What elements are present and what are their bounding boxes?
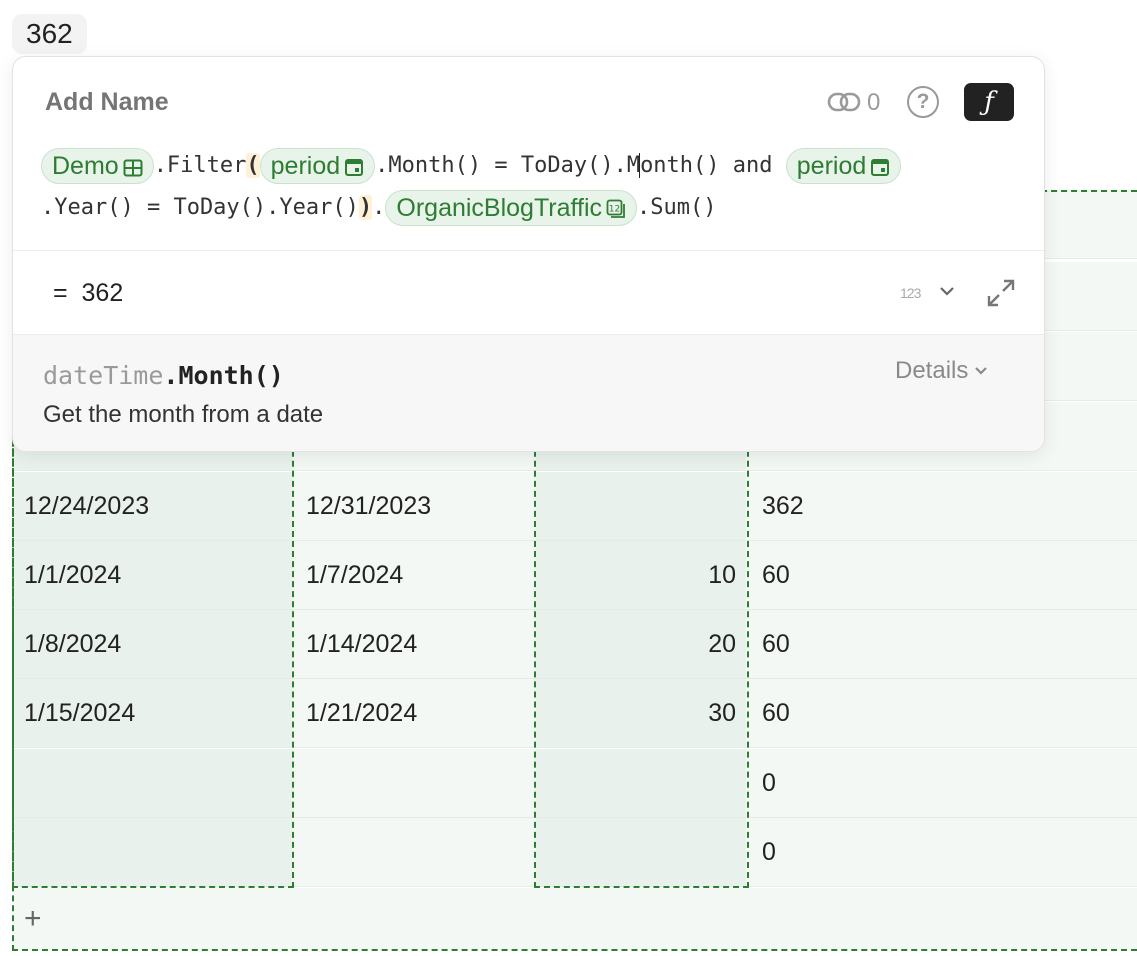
cell-total[interactable]: 0 xyxy=(748,749,1137,817)
period-ref-chip[interactable]: period xyxy=(259,148,376,184)
cell-start[interactable]: 12/24/2023 xyxy=(14,472,292,540)
help-icon[interactable]: ? xyxy=(907,86,939,118)
cell-start[interactable]: 1/15/2024 xyxy=(14,679,292,747)
column-ref-label: OrganicBlogTraffic xyxy=(396,194,603,222)
formula-text-year: .Year() = ToDay().Year() xyxy=(41,195,359,220)
formula-text-month-b: onth() and xyxy=(640,153,786,178)
table-ref-label: Demo xyxy=(52,152,119,180)
add-row-button[interactable]: + xyxy=(14,888,1137,950)
cell-end[interactable]: 12/31/2023 xyxy=(294,472,536,540)
period-ref-label: period xyxy=(796,152,867,180)
result-value: 362 xyxy=(81,279,124,307)
svg-text:12: 12 xyxy=(609,205,620,215)
table-row[interactable]: 1/15/2024 1/21/2024 30 60 xyxy=(14,679,1137,748)
cell-blog-traffic[interactable] xyxy=(536,749,746,817)
result-equals: = xyxy=(53,279,68,307)
period-ref-label: period xyxy=(270,152,341,180)
formula-toggle-button[interactable]: ƒ xyxy=(964,83,1014,121)
function-description: Get the month from a date xyxy=(43,401,324,428)
formula-editor-popup: 0 ? ƒ Demo .Filter( period .Month() = ToDay… xyxy=(12,56,1045,452)
cell-blog-traffic[interactable] xyxy=(536,818,746,886)
cell-total[interactable]: 362 xyxy=(748,472,1137,540)
cell-blog-traffic[interactable]: 30 xyxy=(536,679,746,747)
cell-blog-traffic[interactable]: 10 xyxy=(536,541,746,609)
cell-end[interactable] xyxy=(294,749,536,817)
cell-blog-traffic[interactable] xyxy=(536,472,746,540)
calendar-icon xyxy=(345,159,364,176)
table-row[interactable]: 12/24/2023 12/31/2023 362 xyxy=(14,472,1137,541)
cell-end[interactable]: 1/14/2024 xyxy=(294,610,536,678)
table-row[interactable]: 1/8/2024 1/14/2024 20 60 xyxy=(14,610,1137,679)
result-chip: 362 xyxy=(12,14,87,54)
name-input[interactable] xyxy=(43,87,382,118)
formula-open-paren: ( xyxy=(246,153,260,178)
calendar-icon xyxy=(871,159,890,176)
cell-blog-traffic[interactable]: 20 xyxy=(536,610,746,678)
details-label: Details xyxy=(895,357,969,384)
cell-start[interactable]: 1/1/2024 xyxy=(14,541,292,609)
formula-close-paren: ) xyxy=(358,195,373,220)
formula-text-sum: .Sum() xyxy=(637,195,717,220)
cell-end[interactable] xyxy=(294,818,536,886)
table-row[interactable]: 0 xyxy=(14,818,1137,887)
cell-end[interactable]: 1/21/2024 xyxy=(294,679,536,747)
formula-text-dot: . xyxy=(372,195,386,220)
cell-start[interactable]: 1/8/2024 xyxy=(14,610,292,678)
chevron-down-icon[interactable] xyxy=(939,285,955,297)
chevron-down-icon xyxy=(975,367,988,375)
function-name: .Month() xyxy=(163,361,284,390)
table-ref-chip[interactable]: Demo xyxy=(41,148,154,184)
formula-text-filter: .Filter xyxy=(153,153,247,178)
function-signature: dateTime.Month() xyxy=(43,361,284,390)
formula-input[interactable]: Demo .Filter( period .Month() = ToDay().Mon… xyxy=(41,145,1016,229)
cell-total[interactable]: 0 xyxy=(748,818,1137,886)
number-column-icon: 12 xyxy=(606,199,625,218)
cell-total[interactable]: 60 xyxy=(748,541,1137,609)
details-button[interactable]: Details xyxy=(895,357,988,385)
table-icon xyxy=(123,159,143,177)
cell-total[interactable]: 60 xyxy=(748,679,1137,747)
period-ref-chip[interactable]: period xyxy=(785,148,902,184)
cell-end[interactable]: 1/7/2024 xyxy=(294,541,536,609)
table-row[interactable]: 1/1/2024 1/7/2024 10 60 xyxy=(14,541,1137,610)
divider xyxy=(13,250,1044,251)
table-row[interactable]: 0 xyxy=(14,749,1137,818)
link-count: 0 xyxy=(867,89,881,116)
cell-start[interactable] xyxy=(14,818,292,886)
expand-icon[interactable] xyxy=(985,277,1017,309)
formula-result: = 362 xyxy=(53,279,123,308)
cell-start[interactable] xyxy=(14,749,292,817)
function-owner: dateTime xyxy=(43,361,164,390)
cell-total[interactable]: 60 xyxy=(748,610,1137,678)
column-ref-chip[interactable]: OrganicBlogTraffic 12 xyxy=(385,190,638,226)
number-format-label[interactable]: 123 xyxy=(900,285,921,301)
link-icon[interactable] xyxy=(827,91,861,113)
function-help-panel: dateTime.Month() Details Get the month f… xyxy=(13,334,1044,451)
formula-text-month-a: .Month() = ToDay().M xyxy=(375,153,641,178)
